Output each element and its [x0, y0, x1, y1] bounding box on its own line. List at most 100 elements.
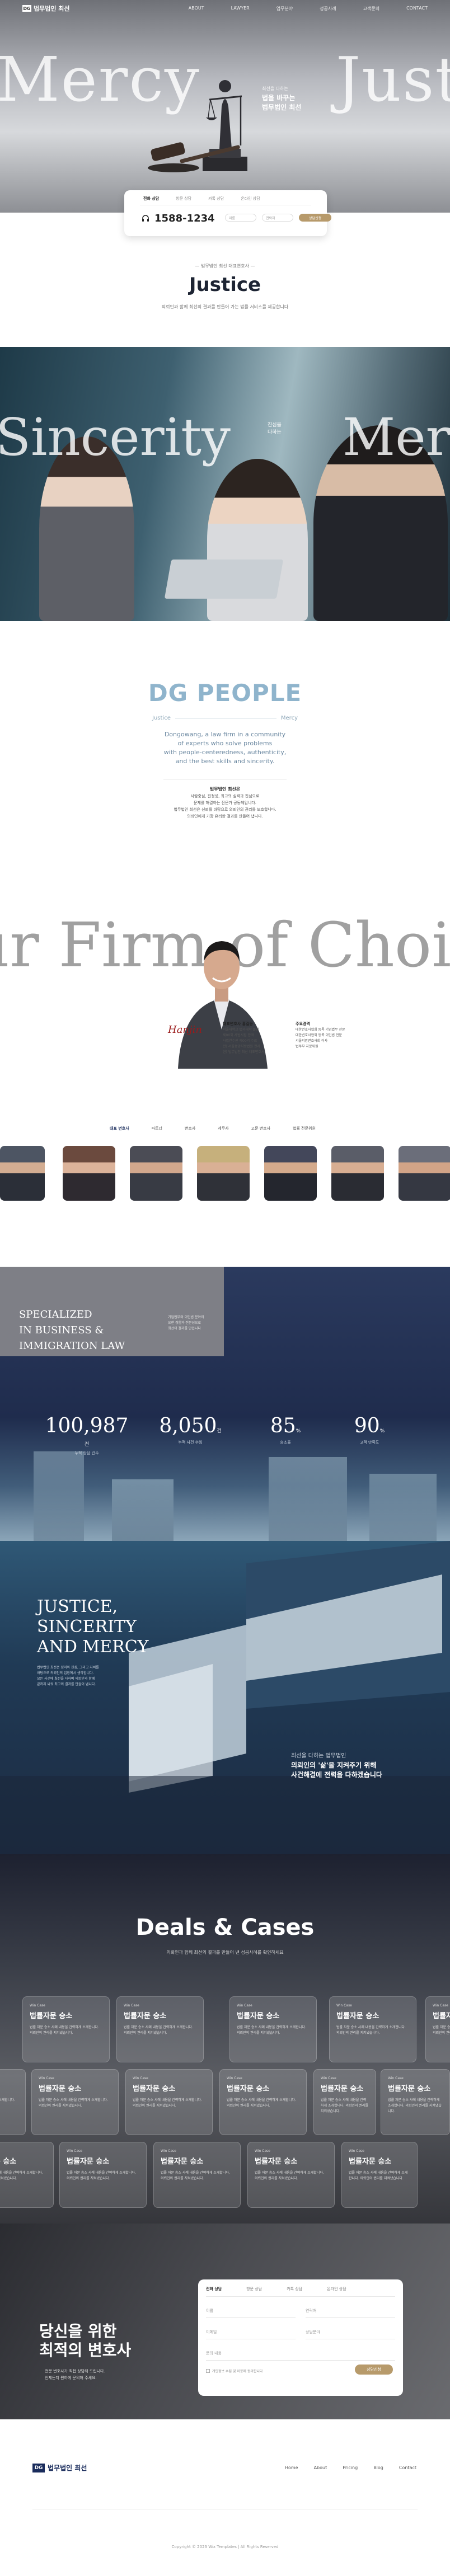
case-tag: Win Case	[39, 2076, 54, 2080]
logo-text: 법무법인 최선	[34, 5, 70, 12]
footer-link-pricing[interactable]: Pricing	[343, 2465, 358, 2470]
case-card[interactable]: Win Case 법률자문 승소법률 자문 승소 사례 내용을 간략하게 소개합니…	[153, 2142, 241, 2208]
lawyer-thumbnail[interactable]	[331, 1146, 384, 1201]
case-card[interactable]: Win Case 법률자문 승소법률 자문 승소 사례 내용을 간략하게 소개합니…	[31, 2069, 119, 2135]
case-title: 법률자문 승소	[321, 2085, 364, 2093]
submit-button[interactable]: 상담신청	[299, 214, 331, 222]
lawyer-thumbnail[interactable]	[0, 1146, 45, 1201]
form-row: 문의 내용	[206, 2347, 395, 2361]
case-card[interactable]: Win Case 법률자문 승소법률 자문 승소 사례 내용을 간략하게 소개합니…	[116, 1996, 204, 2062]
justice-title: Justice	[189, 274, 261, 296]
case-card[interactable]: Win Case 법률자문 승소법률 자문 승소 사례 내용을 간략하게 소개합니…	[229, 1996, 317, 2062]
menu-item-practice[interactable]: 업무분야	[276, 6, 293, 12]
tab-advisor[interactable]: 고문 변호사	[251, 1126, 270, 1131]
case-tag: Win Case	[0, 2149, 46, 2153]
tab-visit[interactable]: 방문 상담	[176, 196, 191, 201]
name-field[interactable]: 이름	[225, 214, 256, 222]
case-card[interactable]: Win Case 법률자문 승소법률 자문 승소 사례 내용을 간략하게 소개합니…	[247, 2142, 335, 2208]
tab-visit[interactable]: 방문 상담	[246, 2286, 262, 2292]
case-title: 법률자문 승소	[255, 2157, 298, 2166]
lawyer-cv-right: 주요경력 대한변호사협회 등록 기업법무 전문 대한변호사협회 등록 이민법 전…	[296, 1021, 345, 1050]
tab-representative[interactable]: 대표 변호사	[110, 1126, 129, 1131]
tab-lawyer[interactable]: 변호사	[185, 1126, 195, 1131]
justice-mercy-line: Justice Mercy	[152, 715, 298, 721]
case-card[interactable]: Win Case 법률자문 승소법률 자문 승소 사례 내용을 간략하게 소개합니…	[341, 2142, 418, 2208]
lawyer-thumbnail[interactable]	[399, 1146, 450, 1201]
hero-copy-line2: 법무법인 최선	[262, 104, 302, 111]
case-card[interactable]: Win Case 법률자문 승소법률 자문 승소 사례 내용을 간략하게 소개합니…	[125, 2069, 213, 2135]
case-tag: Win Case	[0, 2076, 18, 2080]
phone-input[interactable]: 연락처	[306, 2305, 395, 2318]
case-title: 법률자문 승소	[336, 2012, 379, 2020]
checkbox[interactable]	[206, 2369, 210, 2373]
people-section: DG PEOPLE Justice Mercy Dongowang, a law…	[0, 621, 450, 1141]
lawyer-thumbnail[interactable]	[197, 1146, 250, 1201]
case-card[interactable]: Win Case 법률자문 승소법률 자문 승소 사례 내용을 간략하게 소개합니…	[59, 2142, 147, 2208]
message-input[interactable]: 문의 내용	[206, 2347, 395, 2361]
case-title: 법률자문 승소	[237, 2012, 280, 2020]
stat-unit: %	[296, 1428, 301, 1434]
menu-item-inquiry[interactable]: 고객문의	[363, 6, 379, 12]
menu-item-cases[interactable]: 성공사례	[320, 6, 336, 12]
stat-consultations: 100,987 건 누적 상담 건수	[45, 1414, 129, 1456]
case-tag: Win Case	[433, 2004, 448, 2008]
footer-link-home[interactable]: Home	[285, 2465, 298, 2470]
tab-kakao[interactable]: 카톡 상담	[208, 196, 224, 201]
menu-item-contact[interactable]: CONTACT	[406, 6, 428, 12]
hero-word-left: Mercy	[0, 44, 201, 115]
lawyer-thumbnail[interactable]	[264, 1146, 317, 1201]
tab-partner[interactable]: 파트너	[152, 1126, 162, 1131]
tab-phone[interactable]: 전화 상담	[206, 2286, 222, 2292]
case-desc: 법률 자문 승소 사례 내용을 간략하게 소개합니다. 의뢰인의 권리를 지켜냈…	[388, 2098, 442, 2113]
case-tag: Win Case	[255, 2149, 270, 2153]
tab-specialist[interactable]: 법률 전문위원	[293, 1126, 316, 1131]
form-tabs: 전화 상담 방문 상담 카톡 상담 온라인 상담	[206, 2286, 395, 2297]
tab-kakao[interactable]: 카톡 상담	[287, 2286, 302, 2292]
footer-link-about[interactable]: About	[314, 2465, 327, 2470]
tab-online[interactable]: 온라인 상담	[241, 196, 260, 201]
case-card[interactable]: Win Case 법률자문 승소법률 자문 승소 사례 내용을 간략하게 소개합니…	[425, 1996, 450, 2062]
menu-item-lawyer[interactable]: LAWYER	[231, 6, 250, 12]
title-line: JUSTICE,	[37, 1597, 118, 1616]
tab-online[interactable]: 온라인 상담	[327, 2286, 346, 2292]
submit-button[interactable]: 상담신청	[355, 2365, 393, 2375]
title-line: SPECIALIZED	[19, 1309, 92, 1320]
justice-subtitle: 의뢰인과 함께 최선의 결과를 만들어 가는 법률 서비스를 제공합니다	[161, 304, 289, 309]
desc-line: and the best skills and sincerity.	[175, 758, 275, 765]
title-line: SINCERITY	[37, 1617, 137, 1637]
justice-sincerity-mercy-section: JUSTICE, SINCERITY AND MERCY 법무법인 최선은 정의…	[0, 1541, 450, 1854]
phone-number[interactable]: 1588-1234	[141, 213, 215, 224]
case-tag: Win Case	[321, 2076, 336, 2080]
footer-link-blog[interactable]: Blog	[373, 2465, 383, 2470]
building-image	[112, 1479, 174, 1541]
stat-label: 누적 사건 수임	[178, 1440, 203, 1445]
case-card[interactable]: Win Case 법률자문 승소법률 자문 승소 사례 내용을 간략하게 소개합니…	[0, 2069, 26, 2135]
tab-phone[interactable]: 전화 상담	[143, 196, 159, 201]
case-card[interactable]: Win Case 법률자문 승소법률 자문 승소 사례 내용을 간략하게 소개합니…	[219, 2069, 307, 2135]
logo[interactable]: DG 법무법인 최선	[22, 4, 70, 13]
menu-item-about[interactable]: ABOUT	[189, 6, 204, 12]
case-card[interactable]: Win Case 법률자문 승소법률 자문 승소 사례 내용을 간략하게 소개합니…	[22, 1996, 110, 2062]
copy-line: 사건해결에 전력을 다하겠습니다	[291, 1771, 382, 1779]
mercy-copy: 최선을 다하는 법무법인 의뢰인의 '삶'을 지켜주기 위해 사건해결에 전력을…	[291, 1751, 382, 1780]
case-card[interactable]: Win Case 법률자문 승소법률 자문 승소 사례 내용을 간략하게 소개합니…	[313, 2069, 376, 2135]
case-desc: 법률 자문 승소 사례 내용을 간략하게 소개합니다. 의뢰인의 권리를 지켜냈…	[161, 2171, 230, 2180]
footer-link-contact[interactable]: Contact	[399, 2465, 416, 2470]
case-card[interactable]: Win Case 법률자문 승소법률 자문 승소 사례 내용을 간략하게 소개합니…	[329, 1996, 416, 2062]
top-navigation: DG 법무법인 최선 ABOUT LAWYER 업무분야 성공사례 고객문의 C…	[0, 0, 450, 17]
people-description: Dongowang, a law firm in a community of …	[0, 730, 450, 766]
lawyer-thumbnail[interactable]	[130, 1146, 182, 1201]
case-card[interactable]: Win Case 법률자문 승소법률 자문 승소 사례 내용을 간략하게 소개합니…	[381, 2069, 450, 2135]
footer-logo[interactable]: DG 법무법인 최선	[32, 2463, 87, 2472]
lawyer-thumbnail[interactable]	[63, 1146, 115, 1201]
name-input[interactable]: 이름	[206, 2305, 296, 2318]
tab-tax[interactable]: 세무사	[218, 1126, 228, 1131]
desc-line: 모든 사건에 최선을 다하며 의뢰인과 함께	[37, 1677, 95, 1681]
phone-field[interactable]: 연락처	[262, 214, 293, 222]
email-input[interactable]: 이메일	[206, 2326, 296, 2339]
category-select[interactable]: 상담분야	[306, 2326, 395, 2339]
sincerity-word-left: Sincerity	[0, 407, 231, 467]
hero-word-right: Justi	[336, 44, 450, 115]
info-line: 문제를 해결하는 전문가 공동체입니다.	[194, 801, 256, 805]
case-card[interactable]: Win Case 법률자문 승소법률 자문 승소 사례 내용을 간략하게 소개합니…	[0, 2142, 54, 2208]
